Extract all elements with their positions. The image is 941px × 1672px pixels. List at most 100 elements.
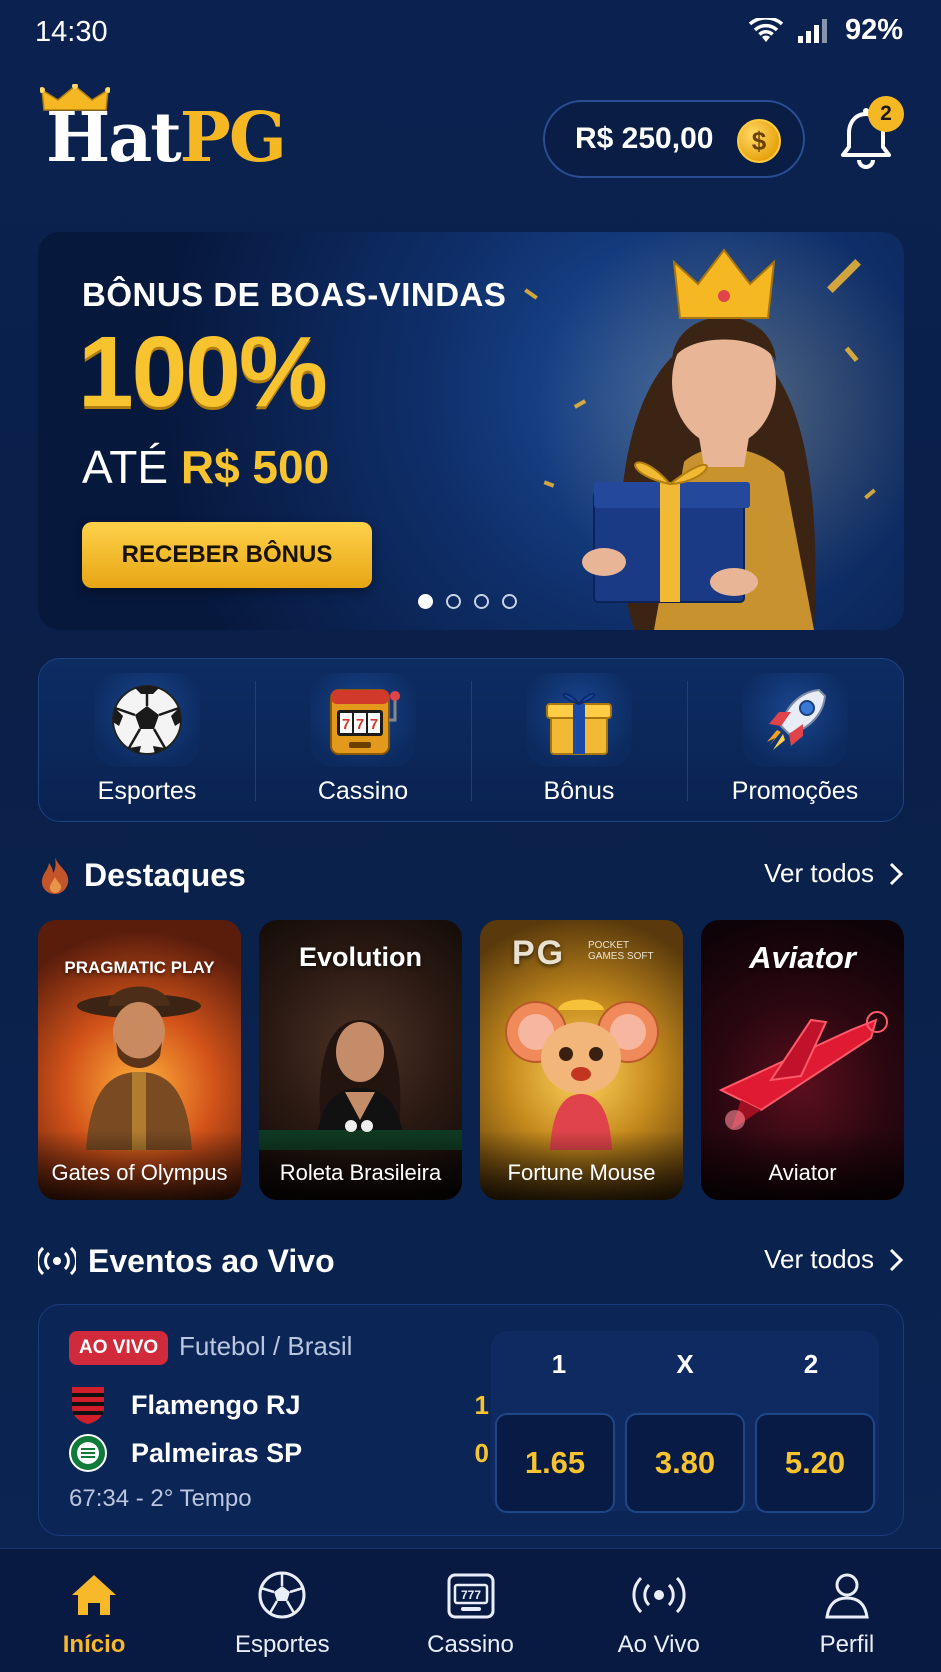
team-name-home: Flamengo RJ	[131, 1389, 301, 1420]
odds-label-away: 2	[803, 1349, 819, 1379]
odds-label-draw: X	[676, 1349, 694, 1379]
chevron-right-icon	[889, 862, 904, 885]
plane-illustration	[718, 1011, 888, 1130]
banner-limit-prefix: ATÉ	[82, 441, 169, 493]
bottom-nav: Início Esportes 777 Cassino Ao Vivo Perf…	[0, 1548, 941, 1672]
balance-amount: R$ 250,00	[575, 122, 714, 155]
game-provider-pragmatic: PRAGMATIC PLAY	[64, 958, 215, 977]
battery-percent: 92%	[844, 14, 903, 46]
quick-label-esportes: Esportes	[97, 777, 197, 805]
live-event-card[interactable]: AO VIVO Futebol / Brasil Flamengo RJ 1 P…	[38, 1304, 904, 1536]
game-card-aviator[interactable]: Aviator Aviator	[701, 920, 904, 1200]
live-badge: AO VIVO	[69, 1331, 169, 1365]
chevron-right-icon	[889, 1248, 904, 1271]
game-name: Gates of Olympus	[51, 1160, 228, 1185]
odds-panel: 1 X 2 1.65 3.80 5.20	[491, 1331, 879, 1513]
live-events-header: Eventos ao Vivo Ver todos	[38, 1238, 904, 1284]
highlights-games: PRAGMATIC PLAY Gates of Olympus Evolutio…	[38, 920, 904, 1200]
balance-pill[interactable]: R$ 250,00 $	[543, 100, 805, 178]
game-card-gates-of-olympus[interactable]: PRAGMATIC PLAY Gates of Olympus	[38, 920, 241, 1200]
nav-item-ao-vivo[interactable]: Ao Vivo	[565, 1549, 753, 1672]
status-icons: 92%	[748, 14, 903, 47]
banner-limit-line: ATÉ R$ 500	[82, 440, 329, 494]
dealer-illustration	[259, 1020, 462, 1150]
nav-label-perfil: Perfil	[819, 1631, 875, 1658]
svg-text:7: 7	[370, 716, 378, 733]
live-events-title: Eventos ao Vivo	[88, 1242, 335, 1279]
carousel-dot-1[interactable]	[418, 594, 433, 609]
signal-icon	[797, 18, 827, 43]
carousel-dot-4[interactable]	[502, 594, 517, 609]
status-bar: 14:30 92%	[0, 0, 941, 66]
quick-item-promocoes[interactable]: Promoções	[687, 659, 903, 821]
carousel-dots	[418, 594, 517, 609]
quick-label-cassino: Cassino	[317, 777, 409, 805]
banner-queen-gift-illustration	[524, 248, 876, 630]
odd-button-away[interactable]: 5.20	[755, 1413, 875, 1513]
quick-label-bonus: Bônus	[543, 777, 615, 805]
nav-item-perfil[interactable]: Perfil	[753, 1549, 941, 1672]
team-row-away: Palmeiras SP 0	[69, 1433, 489, 1473]
live-broadcast-icon	[632, 1576, 686, 1614]
game-name: Aviator	[768, 1160, 837, 1185]
logo-text-pg: PG	[179, 98, 287, 178]
odd-button-draw[interactable]: 3.80	[625, 1413, 745, 1513]
app-header: HatPG R$ 250,00 $ 2	[0, 78, 941, 198]
nav-item-cassino[interactable]: 777 Cassino	[376, 1549, 564, 1672]
nav-label-ao-vivo: Ao Vivo	[617, 1631, 700, 1658]
logo-wordmark: HatPG	[46, 104, 287, 172]
team-row-home: Flamengo RJ 1	[69, 1385, 489, 1425]
palmeiras-crest-icon	[69, 1434, 107, 1472]
status-time: 14:30	[35, 16, 108, 48]
soccer-ball-icon	[258, 1571, 306, 1619]
carousel-dot-3[interactable]	[474, 594, 489, 609]
slot-machine-icon: 777	[447, 1573, 494, 1619]
fire-icon	[41, 857, 69, 894]
nav-label-inicio: Início	[62, 1631, 126, 1658]
quick-label-promocoes: Promoções	[731, 777, 859, 805]
highlights-see-all[interactable]: Ver todos	[764, 858, 904, 889]
odd-button-home[interactable]: 1.65	[495, 1413, 615, 1513]
team-score-home: 1	[474, 1389, 489, 1420]
nav-item-inicio[interactable]: Início	[0, 1549, 188, 1672]
quick-access-bar: Esportes 7 7 7 Cassino Bônus Promoções	[38, 658, 904, 822]
game-provider-evolution: Evolution	[299, 942, 422, 972]
flamengo-crest-icon	[72, 1387, 104, 1424]
claim-bonus-button[interactable]: RECEBER BÔNUS	[82, 522, 372, 588]
highlights-header: Destaques Ver todos	[38, 852, 904, 898]
svg-text:7: 7	[356, 716, 364, 733]
carousel-dot-2[interactable]	[446, 594, 461, 609]
odds-label-home: 1	[551, 1349, 567, 1379]
banner-limit-amount: R$ 500	[180, 441, 330, 493]
live-events-see-all[interactable]: Ver todos	[764, 1244, 904, 1275]
game-card-fortune-mouse[interactable]: PG POCKET GAMES SOFT Fortune Mouse	[480, 920, 683, 1200]
home-icon	[72, 1575, 117, 1615]
quick-item-cassino[interactable]: 7 7 7 Cassino	[255, 659, 471, 821]
game-card-roleta-brasileira[interactable]: Evolution Roleta Brasileira	[259, 920, 462, 1200]
game-name: Roleta Brasileira	[279, 1160, 442, 1185]
event-league: Futebol / Brasil	[179, 1331, 353, 1361]
highlights-see-all-label: Ver todos	[764, 858, 874, 888]
gift-icon	[526, 673, 632, 767]
soccer-ball-icon	[94, 673, 200, 767]
game-provider-aviator: Aviator	[749, 940, 856, 975]
live-events-see-all-label: Ver todos	[764, 1244, 874, 1274]
wifi-icon	[748, 17, 783, 42]
event-match-time: 67:34 - 2° Tempo	[69, 1485, 252, 1512]
banner-kicker: BÔNUS DE BOAS-VINDAS	[82, 276, 507, 313]
quick-item-esportes[interactable]: Esportes	[39, 659, 255, 821]
team-score-away: 0	[474, 1437, 489, 1468]
hatpg-logo[interactable]: HatPG	[40, 84, 290, 184]
promo-banner[interactable]: BÔNUS DE BOAS-VINDAS 100% ATÉ R$ 500 REC…	[38, 232, 904, 630]
quick-item-bonus[interactable]: Bônus	[471, 659, 687, 821]
nav-item-esportes[interactable]: Esportes	[188, 1549, 376, 1672]
live-broadcast-icon	[38, 1246, 76, 1276]
coin-icon: $	[737, 119, 781, 163]
user-icon	[825, 1573, 869, 1619]
svg-text:7: 7	[342, 716, 350, 733]
mouse-illustration	[505, 999, 659, 1150]
nav-label-cassino: Cassino	[427, 1631, 514, 1658]
highlights-title: Destaques	[84, 856, 246, 893]
slot-machine-icon: 7 7 7	[310, 673, 416, 767]
banner-headline: 100%	[78, 316, 328, 428]
